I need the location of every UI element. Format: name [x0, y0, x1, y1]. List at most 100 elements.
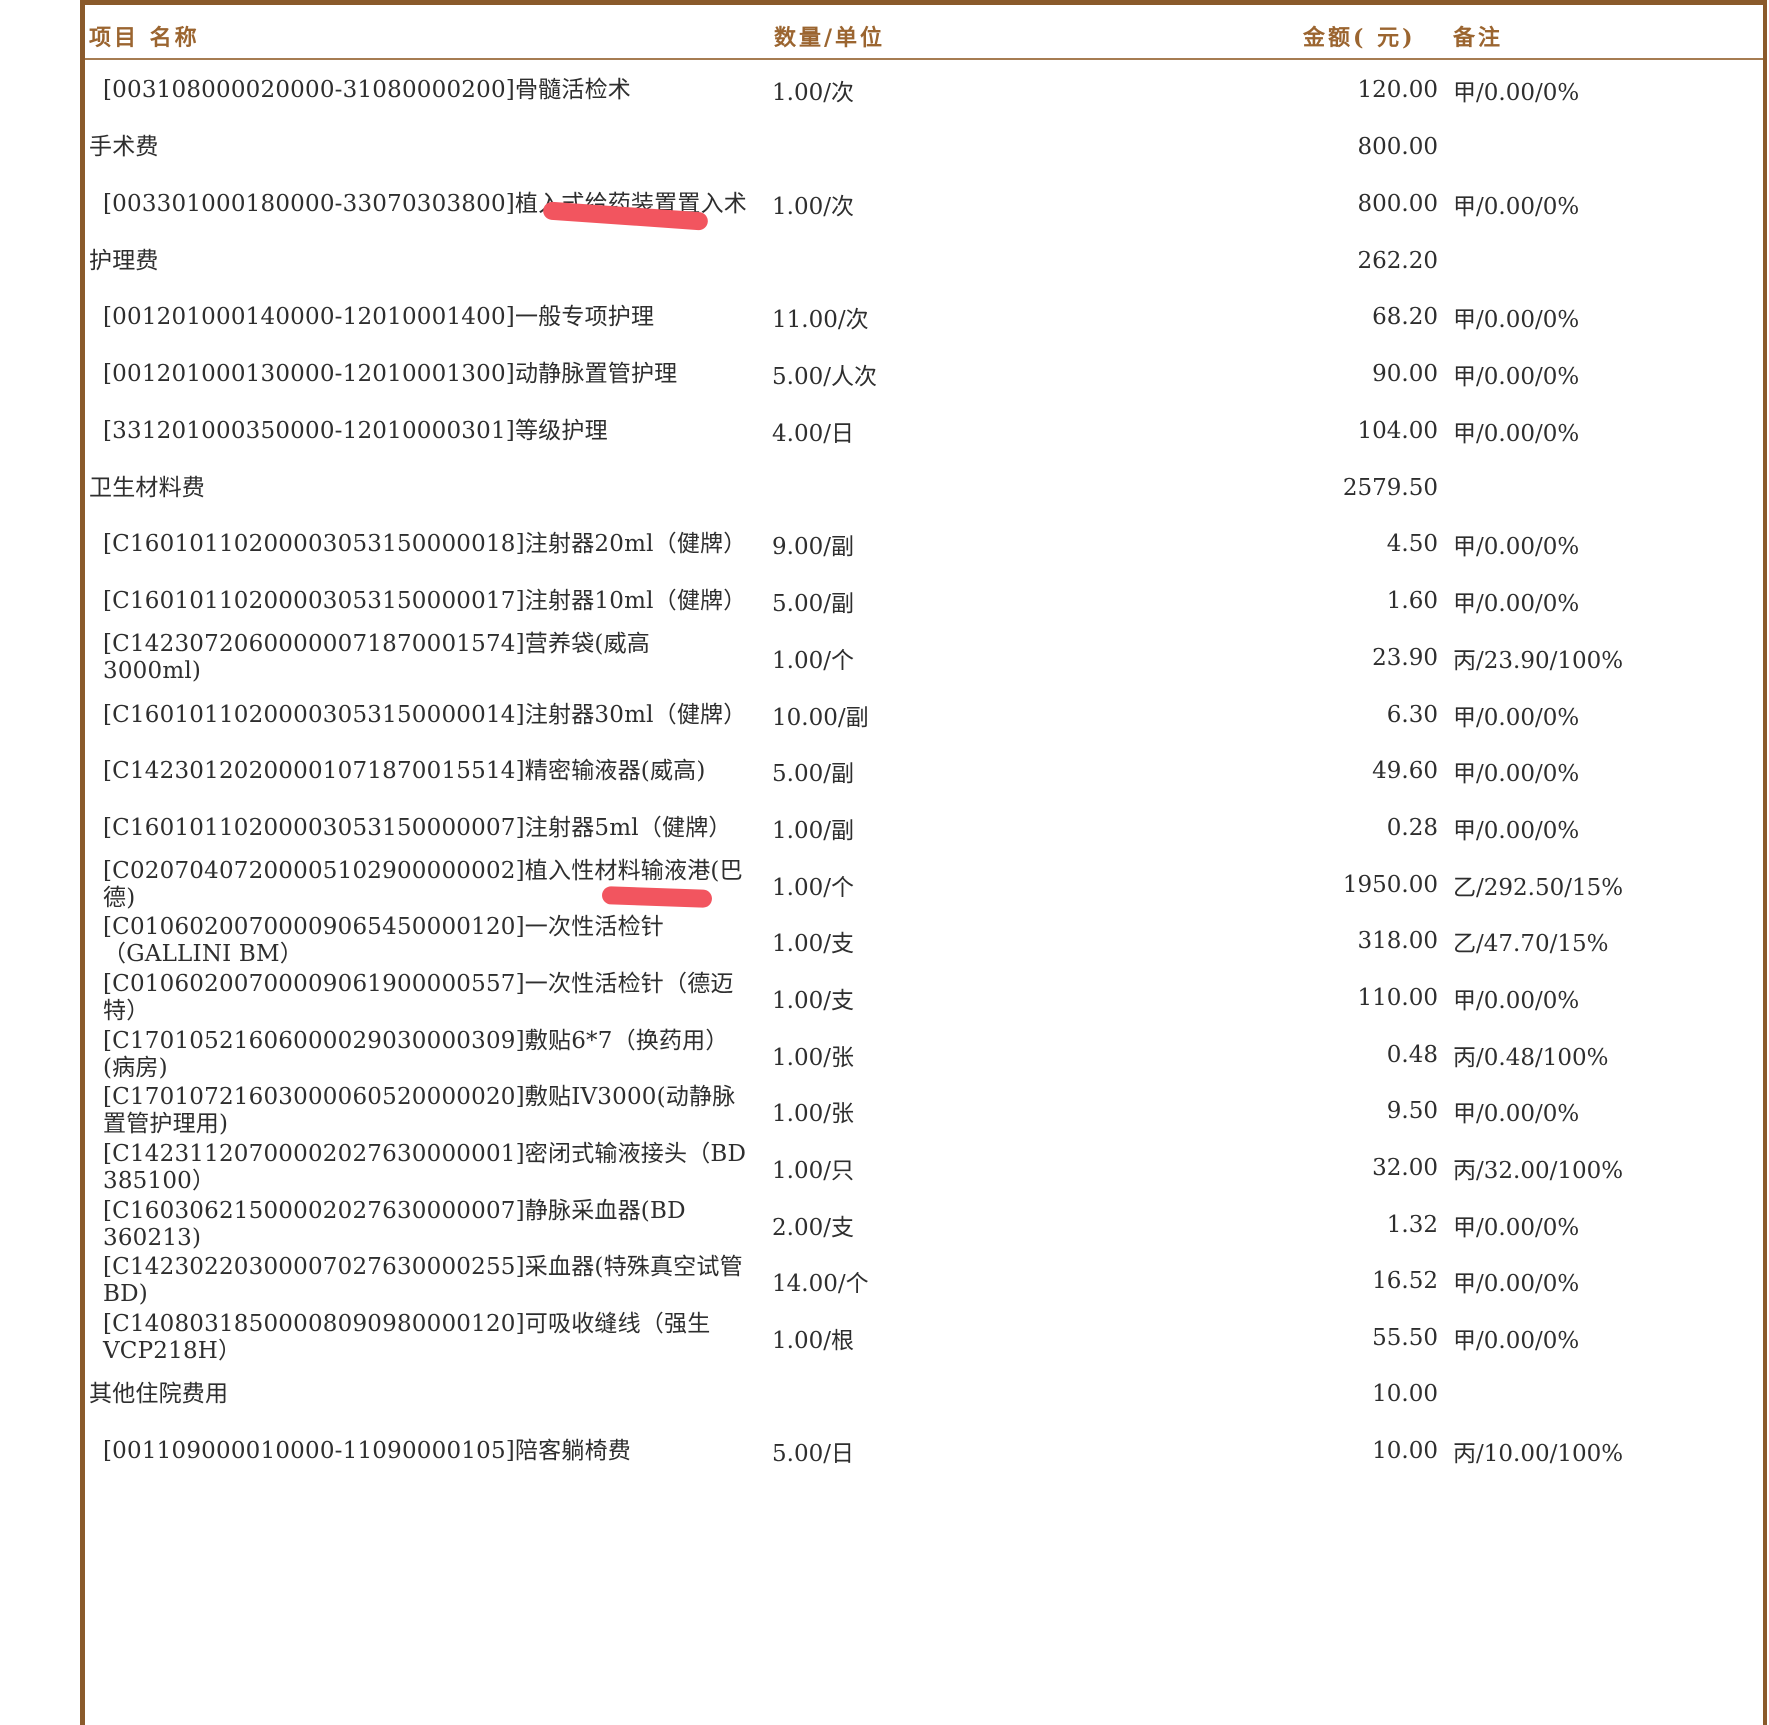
- table-row: [001109000010000-11090000105]陪客躺椅费 5.00/日…: [0, 1423, 1769, 1479]
- item-amount: 16.52: [1372, 1268, 1438, 1294]
- item-note: 甲/0.00/0%: [1453, 307, 1580, 333]
- item-name: [C16010110200003053150000014]注射器30ml（健牌）: [103, 701, 747, 728]
- item-qty: 11.00/次: [772, 307, 869, 333]
- item-note: 甲/0.00/0%: [1453, 80, 1580, 106]
- category-amount: 262.20: [1357, 248, 1438, 274]
- item-qty: 1.00/个: [772, 875, 854, 901]
- item-amount: 318.00: [1357, 928, 1438, 954]
- item-amount: 110.00: [1357, 985, 1438, 1011]
- table-row: [C14230720600000071870001574]营养袋(威高 3000…: [0, 630, 1769, 686]
- table-row: [C16010110200003053150000007]注射器5ml（健牌） 1…: [0, 800, 1769, 856]
- item-amount: 1950.00: [1342, 872, 1438, 898]
- table-row: [003108000020000-31080000200]骨髓活检术 1.00/次…: [0, 62, 1769, 118]
- item-qty: 5.00/副: [772, 761, 854, 787]
- item-name: [331201000350000-12010000301]等级护理: [103, 417, 608, 444]
- table-row: [C14231120700002027630000001]密闭式输液接头（BD …: [0, 1140, 1769, 1196]
- item-amount: 4.50: [1386, 531, 1438, 557]
- item-note: 丙/0.48/100%: [1453, 1045, 1609, 1071]
- item-name: [C17010721603000060520000020]敷贴IV3000(动静…: [103, 1084, 736, 1137]
- item-amount: 6.30: [1386, 702, 1438, 728]
- item-qty: 14.00/个: [772, 1271, 869, 1297]
- table-row: [C17010721603000060520000020]敷贴IV3000(动静…: [0, 1083, 1769, 1139]
- table-row: [001201000130000-12010001300]动静脉置管护理 5.00…: [0, 346, 1769, 402]
- item-note: 丙/32.00/100%: [1453, 1158, 1624, 1184]
- item-note: 甲/0.00/0%: [1453, 421, 1580, 447]
- category-name: 卫生材料费: [89, 474, 205, 501]
- category-row: 其他住院费用 10.00: [0, 1366, 1769, 1422]
- item-qty: 4.00/日: [772, 421, 854, 447]
- item-note: 丙/23.90/100%: [1453, 648, 1624, 674]
- item-amount: 68.20: [1372, 304, 1438, 330]
- item-note: 甲/0.00/0%: [1453, 1271, 1580, 1297]
- item-qty: 1.00/支: [772, 988, 854, 1014]
- item-amount: 90.00: [1372, 361, 1438, 387]
- item-qty: 1.00/只: [772, 1158, 854, 1184]
- category-name: 护理费: [89, 247, 159, 274]
- item-note: 甲/0.00/0%: [1453, 818, 1580, 844]
- item-amount: 0.28: [1386, 815, 1438, 841]
- item-qty: 1.00/副: [772, 818, 854, 844]
- item-name: [C01060200700009061900000557]一次性活检针（德迈特）: [103, 971, 734, 1024]
- item-name: [C16010110200003053150000007]注射器5ml（健牌）: [103, 814, 732, 841]
- item-name: [C14230120200001071870015514]精密输液器(威高): [103, 757, 706, 784]
- item-qty: 5.00/人次: [772, 364, 877, 390]
- item-note: 甲/0.00/0%: [1453, 1328, 1580, 1354]
- table-header: 项目 名称 数量/单位 金额( 元) 备注: [85, 5, 1763, 60]
- item-name: [003108000020000-31080000200]骨髓活检术: [103, 76, 631, 103]
- category-amount: 2579.50: [1342, 475, 1438, 501]
- item-name: [001201000130000-12010001300]动静脉置管护理: [103, 360, 678, 387]
- item-name: [C14080318500008090980000120]可吸收缝线（强生VCP…: [103, 1311, 711, 1364]
- category-row: 卫生材料费 2579.50: [0, 460, 1769, 516]
- item-qty: 1.00/支: [772, 931, 854, 957]
- item-amount: 1.60: [1386, 588, 1438, 614]
- item-name: [C17010521606000029030000309]敷贴6*7（换药用）(…: [103, 1028, 729, 1081]
- table-row: [C01060200700009065450000120]一次性活检针（GALL…: [0, 913, 1769, 969]
- header-name: 项目 名称: [89, 25, 200, 51]
- item-amount: 10.00: [1372, 1438, 1438, 1464]
- item-name: [C01060200700009065450000120]一次性活检针（GALL…: [103, 914, 665, 967]
- item-qty: 1.00/次: [772, 80, 854, 106]
- table-row: [C14080318500008090980000120]可吸收缝线（强生VCP…: [0, 1310, 1769, 1366]
- item-amount: 800.00: [1357, 191, 1438, 217]
- category-amount: 800.00: [1357, 134, 1438, 160]
- item-name: [C14231120700002027630000001]密闭式输液接头（BD …: [103, 1141, 747, 1194]
- item-note: 乙/47.70/15%: [1453, 931, 1609, 957]
- category-amount: 10.00: [1372, 1381, 1438, 1407]
- item-amount: 23.90: [1372, 645, 1438, 671]
- item-qty: 1.00/张: [772, 1101, 854, 1127]
- category-name: 其他住院费用: [89, 1380, 229, 1407]
- table-row: [C14230120200001071870015514]精密输液器(威高) 5.…: [0, 743, 1769, 799]
- table-row: [C02070407200005102900000002]植入性材料输液港(巴德…: [0, 857, 1769, 913]
- table-row: [003301000180000-33070303800]植入式给药装置置入术 1…: [0, 176, 1769, 232]
- item-note: 甲/0.00/0%: [1453, 761, 1580, 787]
- item-note: 甲/0.00/0%: [1453, 1215, 1580, 1241]
- item-amount: 49.60: [1372, 758, 1438, 784]
- item-note: 甲/0.00/0%: [1453, 705, 1580, 731]
- item-name: [C14230220300007027630000255]采血器(特殊真空试管B…: [103, 1254, 743, 1307]
- item-qty: 9.00/副: [772, 534, 854, 560]
- category-row: 手术费 800.00: [0, 119, 1769, 175]
- item-name: [001201000140000-12010001400]一般专项护理: [103, 303, 655, 330]
- table-row: [C16010110200003053150000017]注射器10ml（健牌）…: [0, 573, 1769, 629]
- table-row: [C14230220300007027630000255]采血器(特殊真空试管B…: [0, 1253, 1769, 1309]
- table-row: [001201000140000-12010001400]一般专项护理 11.00…: [0, 289, 1769, 345]
- item-note: 甲/0.00/0%: [1453, 364, 1580, 390]
- header-note: 备注: [1453, 25, 1504, 51]
- item-note: 甲/0.00/0%: [1453, 1101, 1580, 1127]
- item-amount: 1.32: [1386, 1212, 1438, 1238]
- table-row: [C17010521606000029030000309]敷贴6*7（换药用）(…: [0, 1027, 1769, 1083]
- header-amount: 金额( 元): [1303, 25, 1416, 51]
- item-name: [001109000010000-11090000105]陪客躺椅费: [103, 1437, 631, 1464]
- category-row: 护理费 262.20: [0, 233, 1769, 289]
- item-qty: 1.00/根: [772, 1328, 854, 1354]
- table-row: [331201000350000-12010000301]等级护理 4.00/日 1…: [0, 403, 1769, 459]
- item-amount: 120.00: [1357, 77, 1438, 103]
- header-qty: 数量/单位: [774, 25, 886, 51]
- item-name: [C16010110200003053150000018]注射器20ml（健牌）: [103, 530, 747, 557]
- item-note: 甲/0.00/0%: [1453, 194, 1580, 220]
- item-amount: 0.48: [1386, 1042, 1438, 1068]
- item-note: 甲/0.00/0%: [1453, 988, 1580, 1014]
- item-qty: 1.00/个: [772, 648, 854, 674]
- item-amount: 104.00: [1357, 418, 1438, 444]
- item-qty: 1.00/张: [772, 1045, 854, 1071]
